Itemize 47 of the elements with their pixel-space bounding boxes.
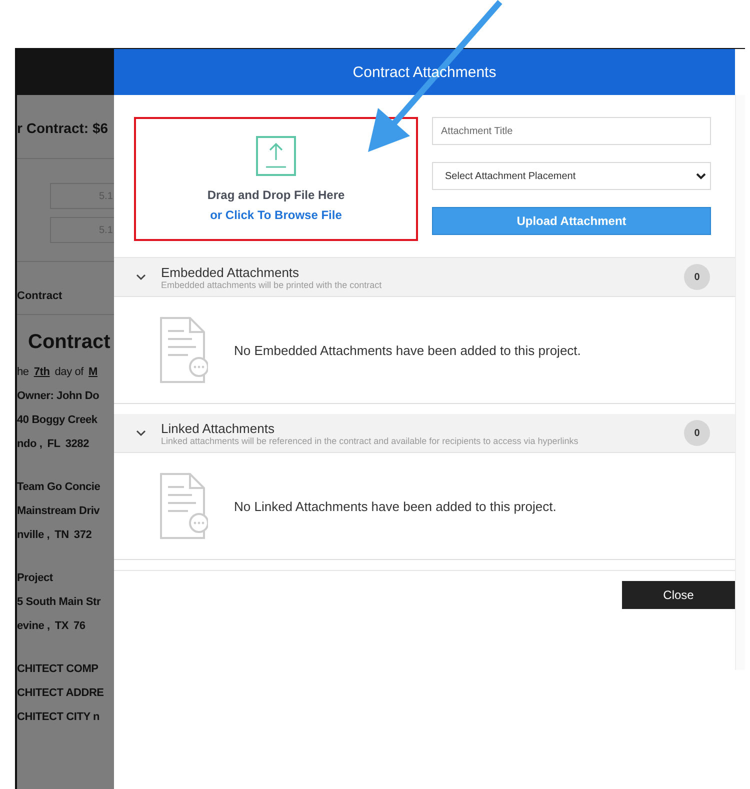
document-text: ndo , <box>17 437 42 452</box>
drop-zone[interactable]: Drag and Drop File Here or Click To Browse File <box>134 117 418 241</box>
document-text: nville , <box>17 528 50 543</box>
document-text: Team Go Concie <box>17 480 100 495</box>
document-text: M <box>88 365 98 380</box>
document-text: CHITECT ADDRE <box>17 686 104 701</box>
document-text: 3282 <box>65 437 89 452</box>
section-description: Embedded attachments will be printed with the contract <box>161 280 383 290</box>
document-text: Project <box>17 571 53 586</box>
section-description: Linked attachments will be referenced in the contract and available for recipients to access via hyperlinks <box>161 436 580 446</box>
document-text: TX <box>54 619 68 634</box>
document-text: 5 South Main Str <box>17 595 101 610</box>
section-title: Linked Attachments <box>161 420 276 436</box>
document-text: Owner: John Do <box>17 389 100 404</box>
count-badge: 0 <box>684 264 710 290</box>
browse-link[interactable]: or Click To Browse File <box>210 208 342 222</box>
document-text: day of <box>54 365 84 380</box>
section-title: Embedded Attachments <box>161 264 300 280</box>
document-heading: Contract <box>27 330 112 355</box>
chevron-down-icon <box>696 172 706 180</box>
document-text: he <box>17 365 29 380</box>
scrollbar[interactable] <box>735 95 745 670</box>
chevron-down-icon <box>136 430 146 436</box>
section-header[interactable]: Embedded Attachments Embedded attachments will be printed with the contract 0 <box>114 258 735 297</box>
document-text: FL <box>47 437 60 452</box>
document-icon <box>160 317 208 383</box>
count-badge: 0 <box>684 420 710 446</box>
document-icon <box>160 473 208 539</box>
empty-message: No Embedded Attachments have been added to this project. <box>234 342 581 358</box>
document-text: TN <box>54 528 69 543</box>
document-text: evine , <box>17 619 50 634</box>
empty-message: No Linked Attachments have been added to this project. <box>234 498 556 514</box>
close-button[interactable]: Close <box>622 581 735 609</box>
document-text: 40 Boggy Creek <box>17 413 98 428</box>
dropdown[interactable]: Select Attachment Placement <box>432 162 711 190</box>
upload-icon <box>256 136 296 176</box>
chevron-down-icon <box>136 274 146 280</box>
document-text: 7th <box>34 365 50 380</box>
section-header[interactable]: Linked Attachments Linked attachments will be referenced in the contract and available for recipients to access via hyperlinks 0 <box>114 414 735 453</box>
document-text: CHITECT COMP <box>17 662 98 677</box>
document-text: Mainstream Driv <box>17 504 100 519</box>
dialog-title: Contract Attachments <box>352 64 496 80</box>
drop-instruction: Drag and Drop File Here <box>207 188 345 202</box>
document-text: 372 <box>74 528 92 543</box>
input-field[interactable]: Attachment Title <box>432 117 711 145</box>
document-text: CHITECT CITY n <box>17 710 100 725</box>
document-text: 76 <box>74 619 86 634</box>
